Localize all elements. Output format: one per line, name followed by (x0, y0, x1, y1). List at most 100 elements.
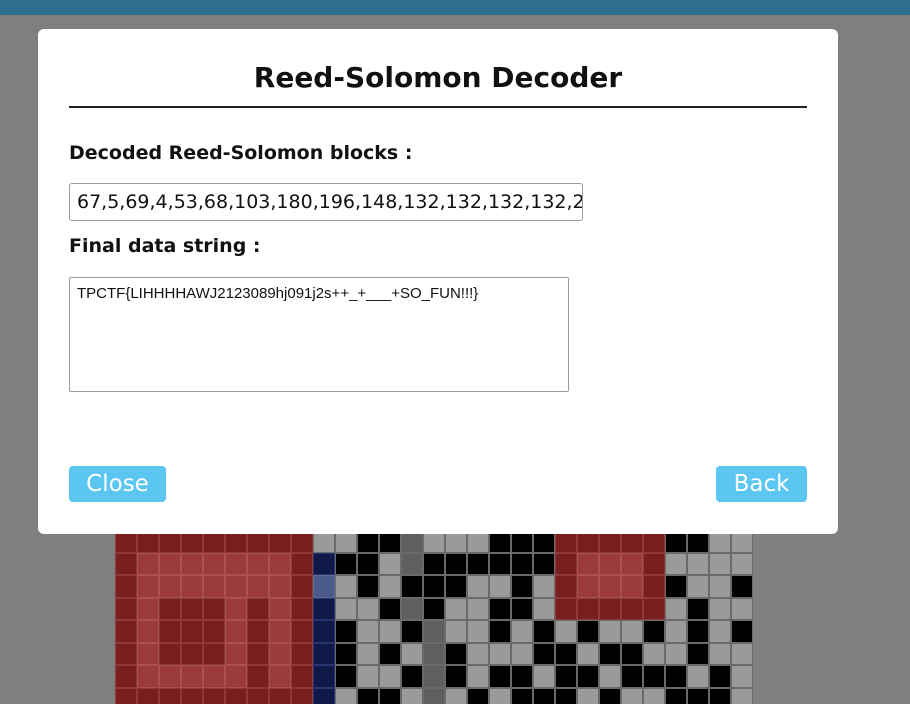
qr-module (291, 620, 313, 643)
qr-module (467, 575, 489, 598)
qr-module (269, 687, 291, 704)
qr-module (401, 665, 423, 688)
qr-module (599, 597, 621, 620)
qr-module (467, 597, 489, 620)
qr-module (357, 575, 379, 598)
qr-module (555, 552, 577, 575)
title-divider (69, 106, 807, 108)
qr-module (709, 665, 731, 688)
qr-module (709, 597, 731, 620)
qr-module (247, 665, 269, 688)
qr-module (137, 620, 159, 643)
qr-code-grid (115, 530, 761, 704)
qr-module (423, 575, 445, 598)
qr-module (335, 575, 357, 598)
qr-module (159, 642, 181, 665)
qr-module (357, 665, 379, 688)
qr-module (489, 552, 511, 575)
qr-module (533, 687, 555, 704)
qr-module (533, 552, 555, 575)
final-data-textarea[interactable]: TPCTF{LIHHHHAWJ2123089hj091j2s++_+___+SO… (69, 277, 569, 392)
qr-module (137, 687, 159, 704)
qr-module (379, 687, 401, 704)
qr-module (445, 665, 467, 688)
qr-module (445, 597, 467, 620)
qr-module (621, 687, 643, 704)
qr-module (599, 575, 621, 598)
qr-module (665, 552, 687, 575)
qr-module (115, 687, 137, 704)
qr-module (181, 552, 203, 575)
qr-module (599, 552, 621, 575)
qr-module (599, 687, 621, 704)
qr-module (533, 597, 555, 620)
qr-module (599, 642, 621, 665)
qr-module (203, 687, 225, 704)
qr-module (115, 665, 137, 688)
back-button[interactable]: Back (716, 466, 807, 502)
qr-module (379, 597, 401, 620)
qr-module (401, 575, 423, 598)
qr-module (115, 575, 137, 598)
qr-module (269, 620, 291, 643)
top-bar (0, 0, 910, 15)
qr-module (335, 687, 357, 704)
blocks-input[interactable]: 67,5,69,4,53,68,103,180,196,148,132,132,… (69, 183, 583, 221)
qr-module (357, 597, 379, 620)
qr-module (467, 642, 489, 665)
qr-module (379, 620, 401, 643)
qr-module (203, 552, 225, 575)
qr-module (665, 620, 687, 643)
close-button[interactable]: Close (69, 466, 166, 502)
qr-module (709, 642, 731, 665)
qr-module (247, 575, 269, 598)
qr-module (445, 575, 467, 598)
qr-module (643, 620, 665, 643)
qr-module (225, 687, 247, 704)
qr-module (687, 597, 709, 620)
blocks-input-value: 67,5,69,4,53,68,103,180,196,148,132,132,… (77, 191, 583, 213)
qr-module (115, 620, 137, 643)
qr-module (731, 597, 753, 620)
qr-module (621, 665, 643, 688)
qr-module (335, 620, 357, 643)
qr-module (731, 552, 753, 575)
qr-module (555, 597, 577, 620)
qr-module (335, 552, 357, 575)
qr-module (533, 620, 555, 643)
qr-module (181, 597, 203, 620)
qr-module (247, 552, 269, 575)
qr-module (599, 620, 621, 643)
qr-module (511, 665, 533, 688)
qr-module (269, 665, 291, 688)
qr-module (643, 597, 665, 620)
qr-module (159, 552, 181, 575)
qr-module (533, 575, 555, 598)
qr-module (643, 687, 665, 704)
qr-module (401, 687, 423, 704)
qr-module (577, 620, 599, 643)
qr-module (137, 575, 159, 598)
qr-module (291, 552, 313, 575)
qr-module (687, 642, 709, 665)
qr-module (247, 620, 269, 643)
qr-module (445, 552, 467, 575)
qr-module (313, 597, 335, 620)
qr-module (687, 665, 709, 688)
qr-module (225, 620, 247, 643)
qr-module (181, 642, 203, 665)
qr-module (621, 642, 643, 665)
qr-module (423, 620, 445, 643)
qr-module (555, 642, 577, 665)
qr-module (181, 665, 203, 688)
qr-module (335, 642, 357, 665)
qr-module (269, 642, 291, 665)
qr-module (643, 552, 665, 575)
qr-module (511, 597, 533, 620)
qr-module (665, 665, 687, 688)
qr-module (379, 552, 401, 575)
qr-module (489, 665, 511, 688)
reed-solomon-decoder-dialog: Reed-Solomon Decoder Decoded Reed-Solomo… (38, 29, 838, 534)
qr-module (643, 575, 665, 598)
qr-module (709, 552, 731, 575)
